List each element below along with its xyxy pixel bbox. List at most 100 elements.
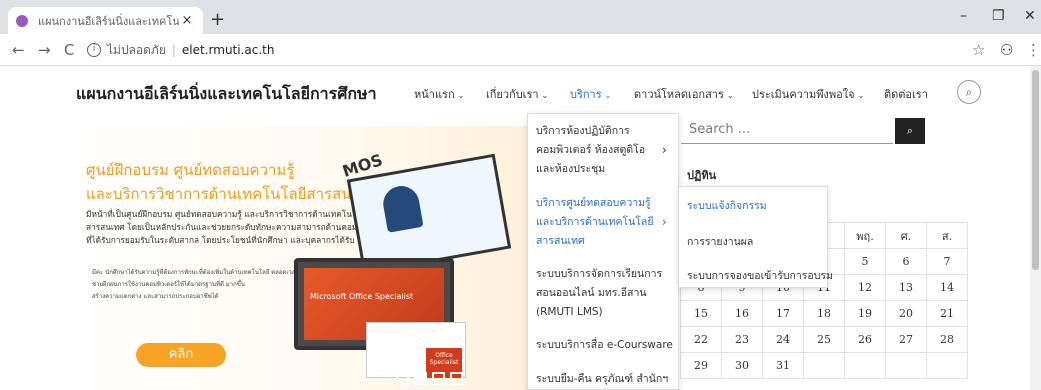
calendar-day: 21	[926, 300, 968, 327]
tab-close-icon[interactable]: ×	[179, 13, 195, 28]
chevron-right-icon: ›	[662, 143, 667, 157]
chevron-down-icon: ⌄	[541, 91, 549, 100]
url-bar[interactable]: i ไม่ปลอดภัย | elet.rmuti.ac.th	[87, 38, 975, 62]
dropdown-item-label: บริการห้องปฏิบัติการคอมพิวเตอร์ ห้องสตูด…	[536, 125, 646, 175]
chevron-right-icon: ›	[662, 215, 667, 229]
calendar-day: 26	[844, 326, 886, 353]
menu-satisfaction-label: ประเมินความพึงพอใจ	[752, 88, 855, 101]
calendar-row: 29 30 31	[680, 352, 968, 379]
dropdown-item-testing-center[interactable]: บริการศูนย์ทดสอบความรู้และบริการด้านเทคโ…	[536, 194, 667, 251]
banner-bullet: สร้างความแตกต่าง และสามารถประกอบอาชีพได้	[92, 293, 219, 300]
site-title[interactable]: แผนกงานอีเลิร์นนิ่งและเทคโนโลยีการศึกษา	[76, 82, 377, 107]
calendar-day: 19	[844, 300, 886, 327]
calendar-header: พฤ.	[844, 222, 886, 249]
banner-bullet: มีคะ นักศึกษาได้รับความรู้ที่ต้องการทักษ…	[92, 269, 299, 276]
menu-contact[interactable]: ติดต่อเรา	[884, 85, 928, 103]
calendar-heading: ปฏิทิน	[687, 169, 717, 182]
slider-dot[interactable]	[450, 372, 463, 385]
banner-description: มีหน้าที่เป็นศูนย์ฝึกอบรม ศูนย์ทดสอบความ…	[86, 209, 386, 245]
back-icon[interactable]: ←	[12, 41, 25, 59]
dropdown-item-computer-lab[interactable]: บริการห้องปฏิบัติการคอมพิวเตอร์ ห้องสตูด…	[536, 122, 667, 179]
calendar-day: 22	[680, 326, 722, 353]
calendar-day	[844, 352, 886, 379]
minimize-button[interactable]: –	[960, 8, 967, 24]
reload-icon[interactable]: C	[64, 41, 74, 59]
banner-click-button[interactable]: คลิก	[136, 343, 226, 367]
laptop-text: Microsoft Office Specialist	[310, 292, 414, 301]
services-dropdown: บริการห้องปฏิบัติการคอมพิวเตอร์ ห้องสตูด…	[527, 113, 679, 390]
banner-bullet: ช่วยฝึกฝนการใช้งานคอมพิวเตอร์ให้ได้มาตรฐ…	[92, 281, 245, 288]
url-text: elet.rmuti.ac.th	[181, 43, 275, 57]
slider-dot[interactable]	[396, 372, 409, 385]
slider-dots	[396, 372, 463, 385]
calendar-day: 7	[926, 248, 968, 275]
url-separator: |	[171, 43, 176, 57]
new-tab-button[interactable]: +	[210, 9, 225, 30]
menu-contact-label: ติดต่อเรา	[884, 88, 928, 101]
calendar-day: 27	[885, 326, 927, 353]
chevron-down-icon: ⌄	[726, 91, 734, 100]
favicon-icon	[16, 14, 28, 27]
address-bar: ← → C i ไม่ปลอดภัย | elet.rmuti.ac.th ☆ …	[0, 34, 1041, 66]
menu-about[interactable]: เกี่ยวกับเรา ⌄	[486, 85, 548, 103]
calendar-day: 29	[680, 352, 722, 379]
menu-downloads-label: ดาวน์โหลดเอกสาร	[634, 88, 724, 101]
dropdown-item-label: ระบบยืม-คืน ครุภัณฑ์ สำนักฯ	[536, 373, 669, 385]
submenu-item-report[interactable]: การรายงานผล	[687, 233, 753, 250]
calendar-day: 6	[885, 248, 927, 275]
calendar-day	[885, 352, 927, 379]
testing-center-submenu: ระบบแจ้งกิจกรรม การรายงานผล ระบบการจองขอ…	[678, 186, 833, 288]
browser-tab-bar: แผนกงานอีเลิร์นนิ่งและเทคโนโลยีการศึกษ ×…	[0, 0, 1041, 34]
calendar-day: 12	[844, 274, 886, 301]
menu-satisfaction[interactable]: ประเมินความพึงพอใจ ⌄	[752, 85, 864, 103]
dropdown-item-borrow-return[interactable]: ระบบยืม-คืน ครุภัณฑ์ สำนักฯ	[536, 370, 676, 389]
menu-services[interactable]: บริการ ⌄	[570, 85, 611, 103]
menu-services-label: บริการ	[570, 88, 602, 101]
calendar-day: 17	[762, 300, 804, 327]
dropdown-item-label: บริการศูนย์ทดสอบความรู้และบริการด้านเทคโ…	[536, 197, 654, 247]
banner-heading-1: ศูนย์ฝึกอบรม ศูนย์ทดสอบความรู้	[86, 161, 295, 179]
calendar-day: 28	[926, 326, 968, 353]
maximize-button[interactable]: ❐	[992, 8, 1005, 24]
dropdown-item-label: ระบบบริการสื่อ e-Coursware	[536, 339, 673, 351]
banner-bullets: มีคะ นักศึกษาได้รับความรู้ที่ต้องการทักษ…	[92, 268, 312, 304]
calendar-day: 31	[762, 352, 804, 379]
dropdown-item-ecourseware[interactable]: ระบบบริการสื่อ e-Coursware	[536, 336, 676, 355]
slider-dot[interactable]	[432, 372, 445, 385]
account-icon[interactable]: ⚇	[1000, 41, 1013, 59]
calendar-day: 20	[885, 300, 927, 327]
calendar-day: 30	[721, 352, 763, 379]
calendar-day	[803, 352, 845, 379]
insecure-label: ไม่ปลอดภัย	[107, 42, 166, 57]
sidebar-search-input[interactable]: Search ...	[681, 118, 893, 144]
forward-icon[interactable]: →	[38, 41, 51, 59]
submenu-item-training-booking[interactable]: ระบบการจองขอเข้ารับการอบรม	[687, 267, 833, 284]
menu-home-label: หน้าแรก	[414, 88, 455, 101]
dropdown-item-label: ระบบบริการจัดการเรียนการสอนออนไลน์ มทร.อ…	[536, 268, 663, 318]
search-toggle-button[interactable]: ⌕	[957, 80, 981, 104]
tab-title: แผนกงานอีเลิร์นนิ่งและเทคโนโลยีการศึกษ	[38, 14, 179, 28]
sidebar-search-button[interactable]: ⌕	[895, 118, 925, 144]
chevron-down-icon: ⌄	[604, 91, 612, 100]
info-icon[interactable]: i	[87, 43, 101, 57]
calendar-day: 5	[844, 248, 886, 275]
calendar-day: 25	[803, 326, 845, 353]
more-menu-icon[interactable]: ⋮	[1026, 41, 1041, 59]
bookmark-star-icon[interactable]: ☆	[972, 41, 985, 59]
calendar-day: 18	[803, 300, 845, 327]
browser-tab[interactable]: แผนกงานอีเลิร์นนิ่งและเทคโนโลยีการศึกษ ×	[8, 7, 203, 34]
calendar-row: 22 23 24 25 26 27 28	[680, 326, 968, 353]
window-close-button[interactable]: ✕	[1024, 8, 1036, 24]
calendar-header: ส.	[926, 222, 968, 249]
menu-home[interactable]: หน้าแรก ⌄	[414, 85, 464, 103]
chevron-down-icon: ⌄	[457, 91, 465, 100]
calendar-header: ศ.	[885, 222, 927, 249]
dropdown-item-lms[interactable]: ระบบบริการจัดการเรียนการสอนออนไลน์ มทร.อ…	[536, 265, 672, 322]
calendar-day: 14	[926, 274, 968, 301]
slider-dot-active[interactable]	[414, 372, 427, 385]
scrollbar-thumb[interactable]	[1032, 70, 1039, 270]
submenu-item-activity-notice[interactable]: ระบบแจ้งกิจกรรม	[687, 197, 767, 214]
calendar-day: 15	[680, 300, 722, 327]
menu-downloads[interactable]: ดาวน์โหลดเอกสาร ⌄	[634, 85, 734, 103]
calendar-day: 23	[721, 326, 763, 353]
